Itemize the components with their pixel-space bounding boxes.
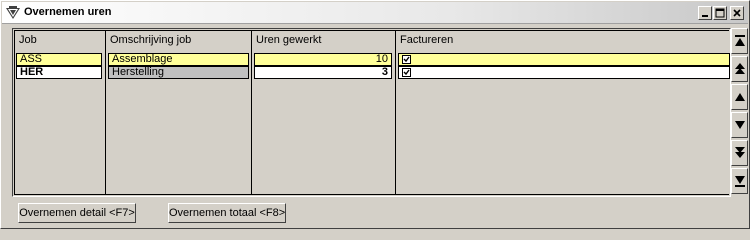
- app-logo-icon: [5, 5, 21, 21]
- title-bar[interactable]: Overnemen uren: [2, 2, 748, 24]
- cell-uren[interactable]: 3: [254, 66, 392, 79]
- hours-grid: Job Omschrijving job Uren gewerkt Factur…: [12, 28, 731, 197]
- page-down-icon: [735, 147, 745, 158]
- page-up-icon: [735, 63, 745, 74]
- first-page-icon: [735, 35, 745, 46]
- cell-factureren[interactable]: [398, 53, 730, 66]
- line-down-icon: [735, 121, 745, 129]
- maximize-icon: [715, 8, 725, 18]
- window-title: Overnemen uren: [24, 6, 112, 18]
- page-down-button[interactable]: [731, 140, 748, 166]
- last-record-button[interactable]: [731, 168, 748, 194]
- factureren-checkbox[interactable]: [402, 68, 411, 77]
- page-up-button[interactable]: [731, 56, 748, 82]
- column-divider: [105, 31, 106, 194]
- header-uren[interactable]: Uren gewerkt: [256, 34, 321, 46]
- cell-job[interactable]: ASS: [16, 53, 102, 66]
- header-omschrijving[interactable]: Omschrijving job: [110, 34, 191, 46]
- close-button[interactable]: [730, 6, 744, 20]
- line-up-button[interactable]: [731, 84, 748, 110]
- minimize-icon: [702, 15, 708, 17]
- last-page-icon: [735, 176, 745, 187]
- column-divider: [395, 31, 396, 194]
- checkmark-icon: [403, 56, 410, 63]
- line-down-button[interactable]: [731, 112, 748, 138]
- overnemen-detail-button[interactable]: Overnemen detail <F7>: [18, 203, 136, 223]
- factureren-checkbox[interactable]: [402, 55, 411, 64]
- cell-omschrijving[interactable]: Assemblage: [108, 53, 249, 66]
- overnemen-totaal-button[interactable]: Overnemen totaal <F8>: [168, 203, 286, 223]
- checkmark-icon: [403, 69, 410, 76]
- cell-job[interactable]: HER: [16, 66, 102, 79]
- header-factureren[interactable]: Factureren: [400, 34, 453, 46]
- close-icon: [733, 9, 741, 17]
- grid-body: Job Omschrijving job Uren gewerkt Factur…: [14, 30, 730, 195]
- window: Overnemen uren Job Omschrijving job Uren…: [0, 0, 750, 229]
- header-job[interactable]: Job: [19, 34, 37, 46]
- cell-uren[interactable]: 10: [254, 53, 392, 66]
- column-divider: [251, 31, 252, 194]
- cell-factureren[interactable]: [398, 66, 730, 79]
- grid-navigation: [731, 28, 748, 197]
- minimize-button[interactable]: [698, 6, 712, 20]
- first-record-button[interactable]: [731, 28, 748, 54]
- maximize-button[interactable]: [713, 6, 727, 20]
- cell-omschrijving[interactable]: Herstelling: [108, 66, 249, 79]
- line-up-icon: [735, 93, 745, 101]
